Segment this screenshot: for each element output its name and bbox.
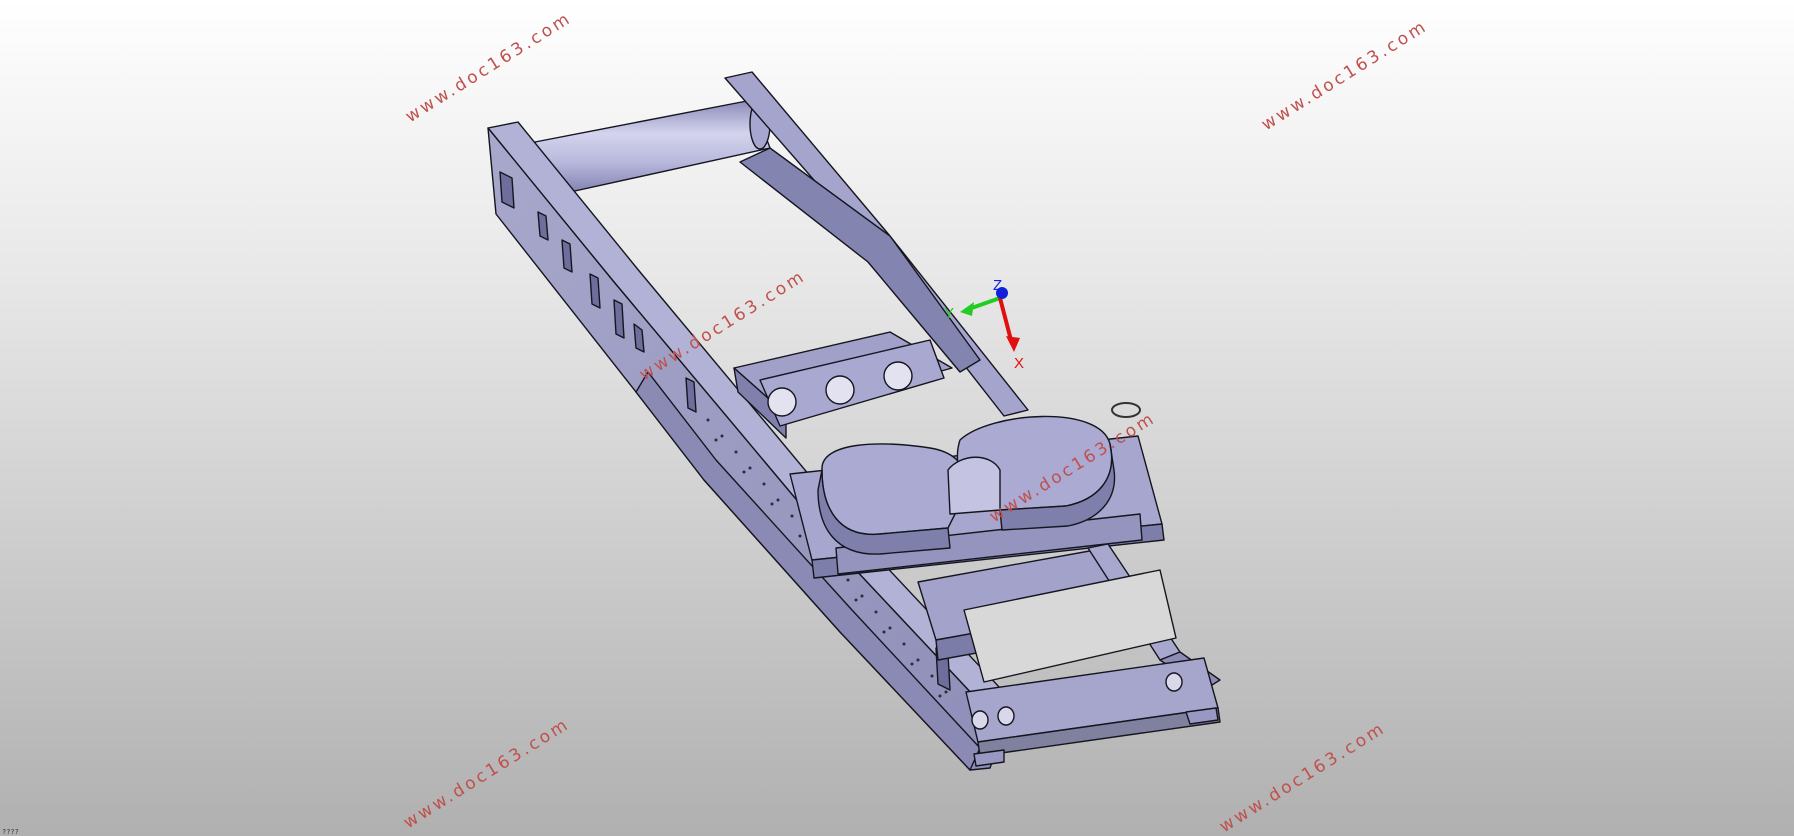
left-rail-lower-web bbox=[635, 371, 981, 771]
tow-hole bbox=[997, 706, 1015, 726]
crossmember-hole bbox=[825, 375, 855, 405]
rail-window bbox=[613, 299, 625, 339]
crossmember-hole bbox=[883, 361, 913, 391]
rail-window bbox=[499, 171, 515, 209]
rail-window bbox=[589, 273, 601, 309]
fifth-wheel-left-lobe bbox=[821, 443, 967, 536]
truck-frame-3d-model[interactable]: Z Y X bbox=[0, 0, 1794, 836]
rail-window bbox=[685, 377, 697, 413]
triad-y-arrow bbox=[960, 302, 974, 316]
triad-x-label: X bbox=[1014, 355, 1024, 372]
cad-3d-viewport[interactable]: Z Y X www.doc163.com www.doc163.com www.… bbox=[0, 0, 1794, 836]
triad-y-label: Y bbox=[944, 305, 954, 322]
tow-hole bbox=[1165, 672, 1183, 692]
triad-x-arrow bbox=[1006, 336, 1020, 352]
triad-z-label: Z bbox=[993, 277, 1002, 294]
rail-window bbox=[537, 211, 549, 241]
status-text: ???? bbox=[2, 828, 19, 836]
crossmember-hole bbox=[767, 387, 797, 417]
rear-cross-tube bbox=[534, 99, 771, 197]
tow-hole bbox=[971, 710, 989, 730]
rail-window bbox=[561, 239, 573, 273]
